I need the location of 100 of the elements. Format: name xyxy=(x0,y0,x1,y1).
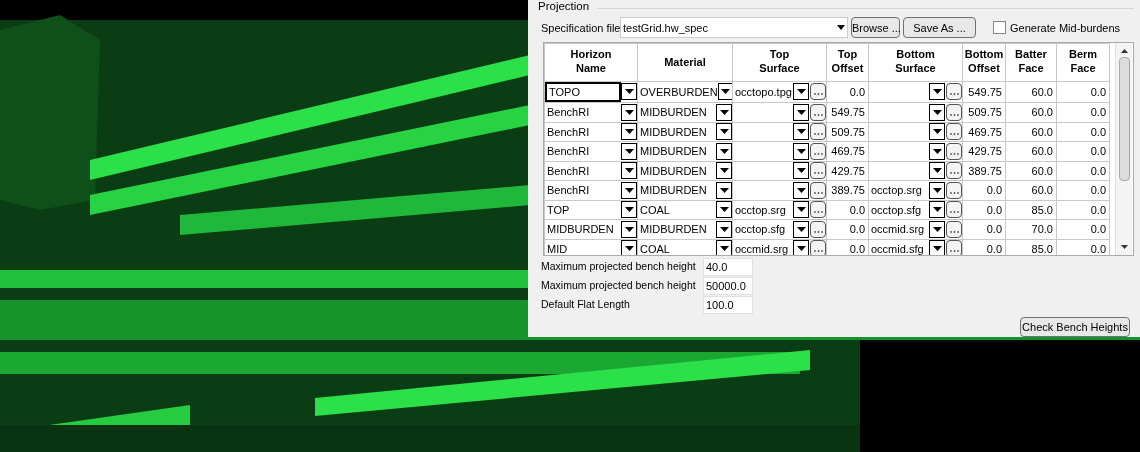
ellipsis-icon xyxy=(949,230,959,233)
table-cell-text: MIDBURDEN xyxy=(640,163,707,179)
dropdown-button[interactable] xyxy=(621,201,637,219)
dropdown-button[interactable] xyxy=(621,123,637,141)
dropdown-button[interactable] xyxy=(621,162,637,180)
dropdown-button[interactable] xyxy=(716,162,732,180)
dropdown-button[interactable] xyxy=(621,142,637,160)
field-label: Maximum projected bench height xyxy=(541,259,697,275)
dropdown-button[interactable] xyxy=(716,181,732,199)
ellipsis-icon xyxy=(949,152,959,155)
caret-icon xyxy=(932,148,942,154)
dropdown-button[interactable] xyxy=(716,103,732,121)
dropdown-button[interactable] xyxy=(621,103,637,121)
spec-file-dropdown[interactable]: testGrid.hw_spec xyxy=(620,17,848,39)
column-header: Batter Face xyxy=(1015,47,1047,76)
table-cell-text: 0.0 xyxy=(849,241,865,255)
ellipsis-button[interactable] xyxy=(810,83,826,101)
scroll-up-icon xyxy=(1120,48,1128,53)
dropdown-button[interactable] xyxy=(621,83,637,101)
ellipsis-button[interactable] xyxy=(810,162,826,180)
dropdown-button[interactable] xyxy=(716,201,732,219)
caret-icon xyxy=(624,246,634,252)
dropdown-button[interactable] xyxy=(793,220,809,238)
caret-icon xyxy=(719,226,729,232)
table-cell-text: MIDBURDEN xyxy=(640,183,707,199)
dropdown-button[interactable] xyxy=(621,240,637,255)
table-cell-text: 0.0 xyxy=(986,222,1002,238)
ellipsis-button[interactable] xyxy=(946,220,962,238)
scrollbar-thumb[interactable] xyxy=(1118,56,1130,181)
table-cell-text: 0.0 xyxy=(849,222,865,238)
dropdown-button[interactable] xyxy=(793,142,809,160)
table-cell-text: occtop.sfg xyxy=(871,202,922,218)
table-cell-text: occmid.sfg xyxy=(871,241,924,255)
ellipsis-button[interactable] xyxy=(946,142,962,160)
table-cell-text: occtopo.tpg xyxy=(735,84,792,100)
dropdown-button[interactable] xyxy=(929,201,945,219)
ellipsis-button[interactable] xyxy=(946,201,962,219)
ellipsis-icon xyxy=(813,93,823,96)
dropdown-button[interactable] xyxy=(929,123,945,141)
ellipsis-button[interactable] xyxy=(946,181,962,199)
dropdown-button[interactable] xyxy=(793,162,809,180)
ellipsis-button[interactable] xyxy=(810,201,826,219)
dropdown-button[interactable] xyxy=(793,103,809,121)
table-cell-text: 85.0 xyxy=(1031,202,1053,218)
input-field[interactable]: 40.0 xyxy=(703,258,753,276)
input-field[interactable]: 100.0 xyxy=(703,296,753,314)
ellipsis-button[interactable] xyxy=(810,123,826,141)
caret-icon xyxy=(719,168,729,174)
dropdown-button[interactable] xyxy=(793,83,809,101)
ellipsis-button[interactable] xyxy=(946,162,962,180)
browse-button[interactable]: Browse ... xyxy=(851,17,900,39)
dropdown-button[interactable] xyxy=(793,123,809,141)
dropdown-button[interactable] xyxy=(929,142,945,160)
table-cell-text: 60.0 xyxy=(1031,183,1053,199)
ellipsis-button[interactable] xyxy=(946,103,962,121)
dropdown-button[interactable] xyxy=(929,181,945,199)
table-cell-text: occtop.srg xyxy=(871,183,922,199)
save-as-button[interactable]: Save As ... xyxy=(903,17,976,39)
ellipsis-button[interactable] xyxy=(810,240,826,255)
checkbox[interactable] xyxy=(993,21,1006,35)
ellipsis-button[interactable] xyxy=(810,103,826,121)
dropdown-button[interactable] xyxy=(793,181,809,199)
dropdown-button[interactable] xyxy=(793,201,809,219)
dropdown-button[interactable] xyxy=(621,220,637,238)
field-label: Specification file xyxy=(541,20,620,36)
dropdown-button[interactable] xyxy=(929,220,945,238)
ellipsis-button[interactable] xyxy=(810,220,826,238)
ellipsis-icon xyxy=(813,191,823,194)
dropdown-button[interactable] xyxy=(793,240,809,255)
dropdown-button[interactable] xyxy=(717,83,732,101)
dropdown-button[interactable] xyxy=(716,123,732,141)
ellipsis-button[interactable] xyxy=(810,142,826,160)
dropdown-button[interactable] xyxy=(621,181,637,199)
table-cell-text: OVERBURDEN xyxy=(640,84,718,100)
dropdown-button[interactable] xyxy=(716,142,732,160)
dropdown-button[interactable] xyxy=(929,162,945,180)
ellipsis-button[interactable] xyxy=(946,83,962,101)
table-cell-text: 0.0 xyxy=(1090,222,1106,238)
dropdown-button[interactable] xyxy=(716,240,732,255)
dropdown-button[interactable] xyxy=(929,103,945,121)
input-field[interactable]: 50000.0 xyxy=(703,277,753,295)
check-bench-heights-button[interactable]: Check Bench Heights xyxy=(1020,317,1130,337)
table-cell-text: 0.0 xyxy=(986,183,1002,199)
scrollbar[interactable] xyxy=(1115,42,1132,255)
table-cell-text: MIDBURDEN xyxy=(640,105,707,121)
caret-icon xyxy=(932,129,942,135)
ellipsis-icon xyxy=(813,250,823,253)
dropdown-button[interactable] xyxy=(929,83,945,101)
caret-icon xyxy=(719,109,729,115)
ellipsis-button[interactable] xyxy=(810,181,826,199)
table-cell-text: 469.75 xyxy=(968,124,1002,140)
table-cell-text: MIDBURDEN xyxy=(640,124,707,140)
dropdown-button[interactable] xyxy=(929,240,945,255)
dropdown-button[interactable] xyxy=(716,220,732,238)
ellipsis-button[interactable] xyxy=(946,123,962,141)
caret-icon xyxy=(837,25,845,31)
table-cell-text: MIDBURDEN xyxy=(640,222,707,238)
column-header: Bottom Surface xyxy=(895,47,936,76)
ellipsis-button[interactable] xyxy=(946,240,962,255)
table-cell-text: 0.0 xyxy=(1090,183,1106,199)
